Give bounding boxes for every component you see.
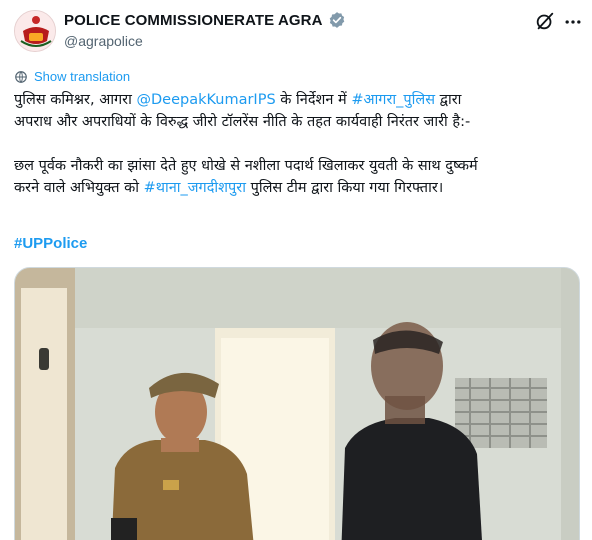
- tweet-text-segment: करने वाले अभियुक्त को: [14, 180, 144, 196]
- tweet-photo[interactable]: [14, 267, 580, 540]
- hashtag-link-uppolice[interactable]: #UPPolice: [14, 235, 87, 252]
- show-translation-button[interactable]: Show translation: [14, 69, 130, 84]
- tweet-text-segment: के निर्देशन में: [275, 92, 352, 108]
- hashtag-link-agra-police[interactable]: #आगरा_पुलिस: [351, 92, 435, 108]
- tweet-text-segment: द्वारा: [435, 92, 462, 108]
- arrest-photo-image: [15, 268, 579, 540]
- hashtag-link-thana[interactable]: #थाना_जगदीशपुरा: [144, 180, 246, 196]
- show-translation-label: Show translation: [34, 69, 131, 84]
- more-options-icon[interactable]: [562, 12, 584, 32]
- verified-badge-icon: [329, 12, 344, 28]
- tweet-text: पुलिस कमिश्नर, आगरा @DeepakKumarIPS के न…: [14, 89, 584, 199]
- tweet-line-2: अपराध और अपराधियों के विरुद्ध जीरो टॉलरे…: [14, 114, 471, 130]
- avatar[interactable]: [14, 10, 56, 52]
- tweet-line-1: पुलिस कमिश्नर, आगरा @DeepakKumarIPS के न…: [14, 89, 584, 111]
- account-name-row: POLICE COMMISSIONERATE AGRA: [64, 11, 346, 29]
- tweet-blank-line: [14, 133, 584, 155]
- tweet-text-segment: पुलिस टीम द्वारा किया गया गिरफ्तार।: [245, 180, 444, 196]
- tweet-line-4: करने वाले अभियुक्त को #थाना_जगदीशपुरा पु…: [14, 177, 584, 199]
- account-handle[interactable]: @agrapolice: [64, 33, 143, 49]
- grok-icon[interactable]: [534, 10, 556, 32]
- tweet-line-3: छल पूर्वक नौकरी का झांसा देते हुए धोखे स…: [14, 158, 478, 174]
- globe-icon: [15, 70, 27, 83]
- up-police-emblem-icon: [15, 11, 55, 51]
- tweet-text-segment: पुलिस कमिश्नर, आगरा: [14, 92, 137, 108]
- account-name[interactable]: POLICE COMMISSIONERATE AGRA: [64, 12, 323, 29]
- mention-link[interactable]: @DeepakKumarIPS: [136, 92, 275, 108]
